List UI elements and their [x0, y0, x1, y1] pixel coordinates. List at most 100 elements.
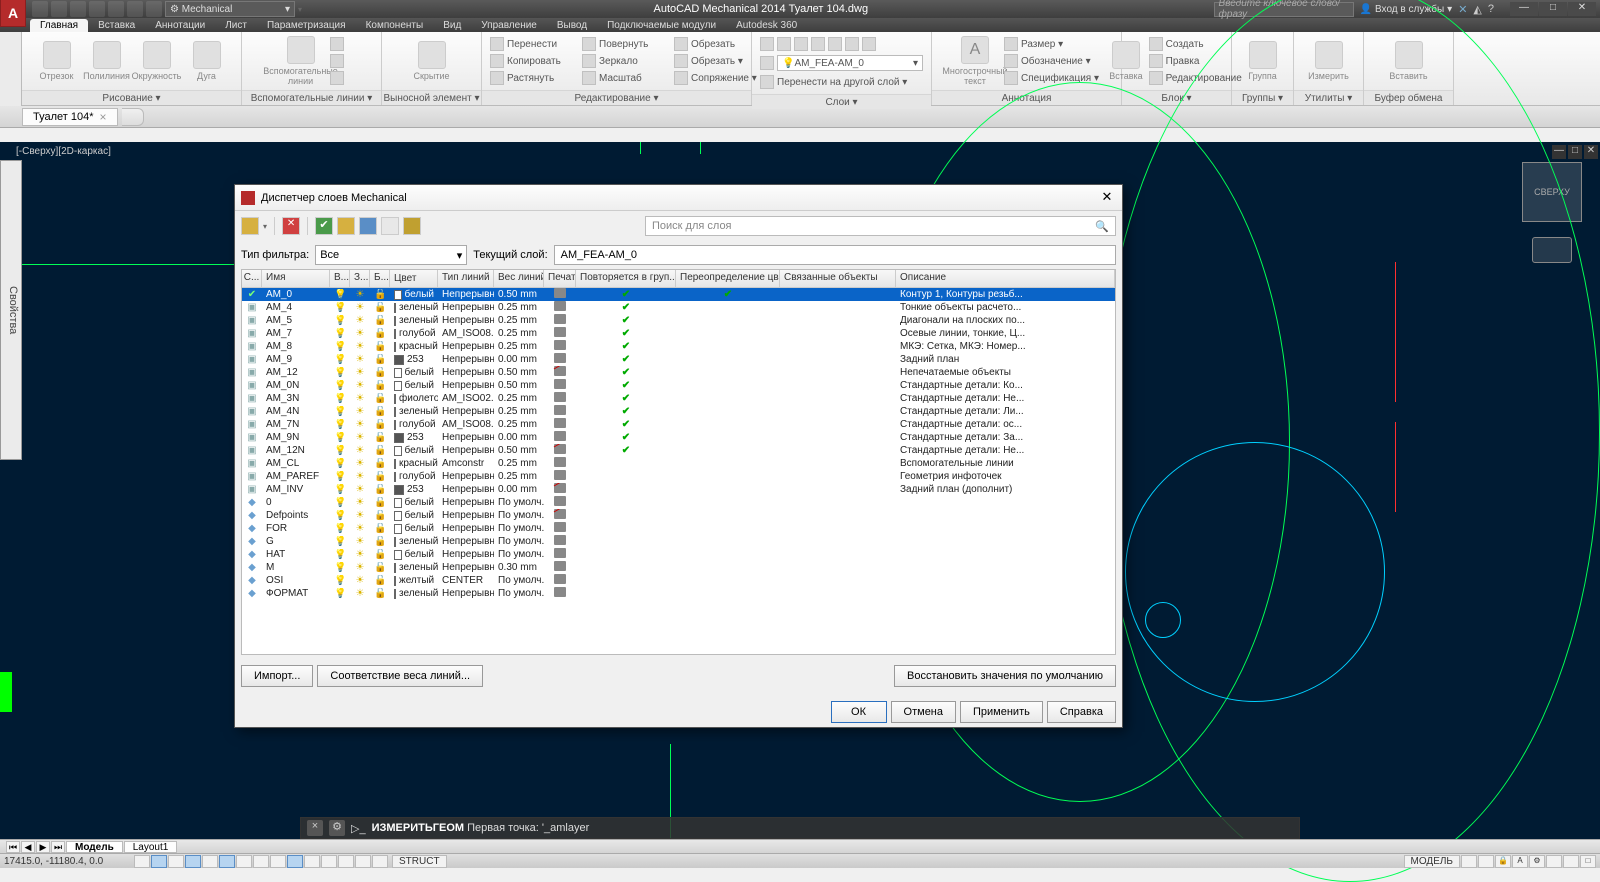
help-button[interactable]: Справка — [1047, 701, 1116, 723]
edit-icon[interactable] — [674, 37, 688, 51]
aux-lines-button[interactable]: Вспомогательные линии — [278, 36, 324, 86]
qat-new-icon[interactable] — [32, 1, 48, 17]
toggle-grid[interactable] — [168, 855, 184, 868]
new-tab-button[interactable] — [122, 108, 144, 126]
ribbon-tab-Аннотации[interactable]: Аннотации — [145, 19, 215, 32]
set-current-icon[interactable]: ✔ — [315, 217, 333, 235]
ribbon-tab-Управление[interactable]: Управление — [471, 19, 547, 32]
toggle-snap[interactable] — [151, 855, 167, 868]
thaw-layer-icon[interactable] — [359, 217, 377, 235]
layer-states-icon[interactable] — [381, 217, 399, 235]
lineweight-match-button[interactable]: Соответствие веса линий... — [317, 665, 483, 687]
toggle-qp[interactable] — [338, 855, 354, 868]
col-header[interactable]: Имя — [262, 270, 330, 287]
close-button[interactable]: ✕ — [1568, 2, 1596, 16]
toggle-lwt[interactable] — [304, 855, 320, 868]
layer-row-M[interactable]: ◆M💡☀🔓зеленыйНепрерывн...0.30 mm — [242, 561, 1115, 574]
layer-row-FOR[interactable]: ◆FOR💡☀🔓белыйНепрерывн...По умолч... — [242, 522, 1115, 535]
layer-row-AM_4N[interactable]: ▣AM_4N💡☀🔓зеленыйНепрерывн...0.25 mm✔Стан… — [242, 405, 1115, 418]
edit-Повернуть[interactable]: Повернуть — [599, 39, 671, 50]
draw-Полилиния[interactable]: Полилиния — [84, 41, 130, 81]
toggle-ducs[interactable] — [270, 855, 286, 868]
autodesk-icon[interactable]: ◭ — [1473, 3, 1481, 16]
layout-tab-model[interactable]: Модель — [66, 841, 123, 853]
status-hw[interactable] — [1546, 855, 1562, 868]
filter-combo[interactable]: Все▾ — [315, 245, 467, 265]
vp-close-icon[interactable]: ✕ — [1584, 145, 1598, 159]
layer-row-OSI[interactable]: ◆OSI💡☀🔓желтыйCENTERПо умолч... — [242, 574, 1115, 587]
toggle-3dosnap[interactable] — [236, 855, 252, 868]
qat-open-icon[interactable] — [51, 1, 67, 17]
layer-row-AM_3N[interactable]: ▣AM_3N💡☀🔓фиолетовAM_ISO02...0.25 mm✔Стан… — [242, 392, 1115, 405]
col-header[interactable]: Описание — [896, 270, 1115, 287]
layer-search-input[interactable]: Поиск для слоя🔍 — [645, 216, 1116, 236]
layer-row-AM_12[interactable]: ▣AM_12💡☀🔓белыйНепрерывн...0.50 mm✔Непеча… — [242, 366, 1115, 379]
layer-row-AM_0N[interactable]: ▣AM_0N💡☀🔓белыйНепрерывн...0.50 mm✔Станда… — [242, 379, 1115, 392]
edit-icon[interactable] — [582, 71, 596, 85]
layer-row-AM_5[interactable]: ▣AM_5💡☀🔓зеленыйНепрерывн...0.25 mm✔Диаго… — [242, 314, 1115, 327]
layer-row-ФОРМАТ[interactable]: ◆ФОРМАТ💡☀🔓зеленыйНепрерывн...По умолч... — [242, 587, 1115, 600]
layer-row-AM_8[interactable]: ▣AM_8💡☀🔓красныйНепрерывн...0.25 mm✔МКЭ: … — [242, 340, 1115, 353]
layer-row-AM_9[interactable]: ▣AM_9💡☀🔓253Непрерывн...0.00 mm✔Задний пл… — [242, 353, 1115, 366]
col-header[interactable]: З... — [350, 270, 370, 287]
layer-row-AM_PAREF[interactable]: ▣AM_PAREF💡☀🔓голубойНепрерывн...0.25 mmГе… — [242, 470, 1115, 483]
tab-last-icon[interactable]: ⏭ — [51, 841, 65, 853]
cancel-button[interactable]: Отмена — [891, 701, 956, 723]
layer-row-AM_7N[interactable]: ▣AM_7N💡☀🔓голубойAM_ISO08...0.25 mm✔Станд… — [242, 418, 1115, 431]
layer-row-G[interactable]: ◆G💡☀🔓зеленыйНепрерывн...По умолч... — [242, 535, 1115, 548]
layer-grid[interactable]: С...ИмяВ...З...Б...ЦветТип линийВес лини… — [241, 269, 1116, 655]
annot-Обозначение ▾[interactable]: Обозначение ▾ — [1002, 53, 1101, 69]
status-ws[interactable]: ⚙ — [1529, 855, 1545, 868]
status-iso[interactable] — [1563, 855, 1579, 868]
panel-title-edit[interactable]: Редактирование ▾ — [482, 90, 751, 105]
layer-row-Defpoints[interactable]: ◆Defpoints💡☀🔓белыйНепрерывн...По умолч..… — [242, 509, 1115, 522]
tab-prev-icon[interactable]: ◀ — [21, 841, 35, 853]
ribbon-tab-Подключаемые модули[interactable]: Подключаемые модули — [597, 19, 726, 32]
layer-combo[interactable]: 💡AM_FEA-AM_0▾ — [777, 55, 923, 71]
qat-save-icon[interactable] — [70, 1, 86, 17]
draw-Окружность[interactable]: Окружность — [134, 41, 180, 81]
coordinate-display[interactable]: 17415.0, -11180.4, 0.0 — [4, 856, 134, 867]
vp-minimize-icon[interactable]: — — [1552, 145, 1566, 159]
command-line[interactable]: × ⚙ ▷_ ИЗМЕРИТЬГЕОМ Первая точка: '_amla… — [300, 817, 1300, 839]
properties-palette-collapsed[interactable]: Свойства — [0, 160, 22, 460]
status-r2[interactable] — [1478, 855, 1494, 868]
col-header[interactable]: Связанные объекты — [780, 270, 896, 287]
workspace-combo[interactable]: ⚙ Mechanical▾ — [165, 1, 295, 17]
layer-row-AM_12N[interactable]: ▣AM_12N💡☀🔓белыйНепрерывн...0.50 mm✔Станд… — [242, 444, 1115, 457]
toggle-osnap[interactable] — [219, 855, 235, 868]
layer-state-icon[interactable] — [760, 56, 774, 70]
layer-row-AM_0[interactable]: ✔AM_0💡☀🔓белыйНепрерывн...0.50 mm✔✔Контур… — [242, 288, 1115, 301]
freeze-layer-icon[interactable] — [337, 217, 355, 235]
current-layer-field[interactable]: AM_FEA-AM_0 — [554, 245, 1116, 265]
edit-Растянуть[interactable]: Растянуть — [507, 73, 579, 84]
edit-Масштаб[interactable]: Масштаб — [599, 73, 671, 84]
qat-undo-icon[interactable] — [127, 1, 143, 17]
maximize-button[interactable]: □ — [1539, 2, 1567, 16]
close-icon[interactable]: × — [100, 110, 107, 124]
delete-layer-icon[interactable]: ✕ — [282, 217, 300, 235]
modelspace-button[interactable]: МОДЕЛЬ — [1404, 855, 1460, 868]
tab-next-icon[interactable]: ▶ — [36, 841, 50, 853]
col-header[interactable]: В... — [330, 270, 350, 287]
status-r1[interactable] — [1461, 855, 1477, 868]
help-icon[interactable]: ? — [1488, 3, 1494, 15]
import-button[interactable]: Импорт... — [241, 665, 313, 687]
restore-defaults-button[interactable]: Восстановить значения по умолчанию — [894, 665, 1116, 687]
layer-row-HAT[interactable]: ◆HAT💡☀🔓белыйНепрерывн...По умолч... — [242, 548, 1115, 561]
toggle-ortho[interactable] — [185, 855, 201, 868]
toggle-tpy[interactable] — [321, 855, 337, 868]
col-header[interactable]: Б... — [370, 270, 390, 287]
vp-maximize-icon[interactable]: □ — [1568, 145, 1582, 159]
app-menu-icon[interactable]: A — [0, 0, 26, 27]
ok-button[interactable]: ОК — [831, 701, 887, 723]
cmd-close-icon[interactable]: × — [307, 820, 323, 836]
layer-row-AM_CL[interactable]: ▣AM_CL💡☀🔓красныйAmconstr0.25 mmВспомогат… — [242, 457, 1115, 470]
file-tab-active[interactable]: Туалет 104*× — [22, 108, 118, 126]
minimize-button[interactable]: — — [1510, 2, 1538, 16]
exchange-icon[interactable]: ✕ — [1458, 3, 1467, 16]
qat-redo-icon[interactable] — [146, 1, 162, 17]
ribbon-tab-Лист[interactable]: Лист — [215, 19, 257, 32]
col-header[interactable]: Вес линий — [494, 270, 544, 287]
status-annoscale2[interactable]: A — [1512, 855, 1528, 868]
